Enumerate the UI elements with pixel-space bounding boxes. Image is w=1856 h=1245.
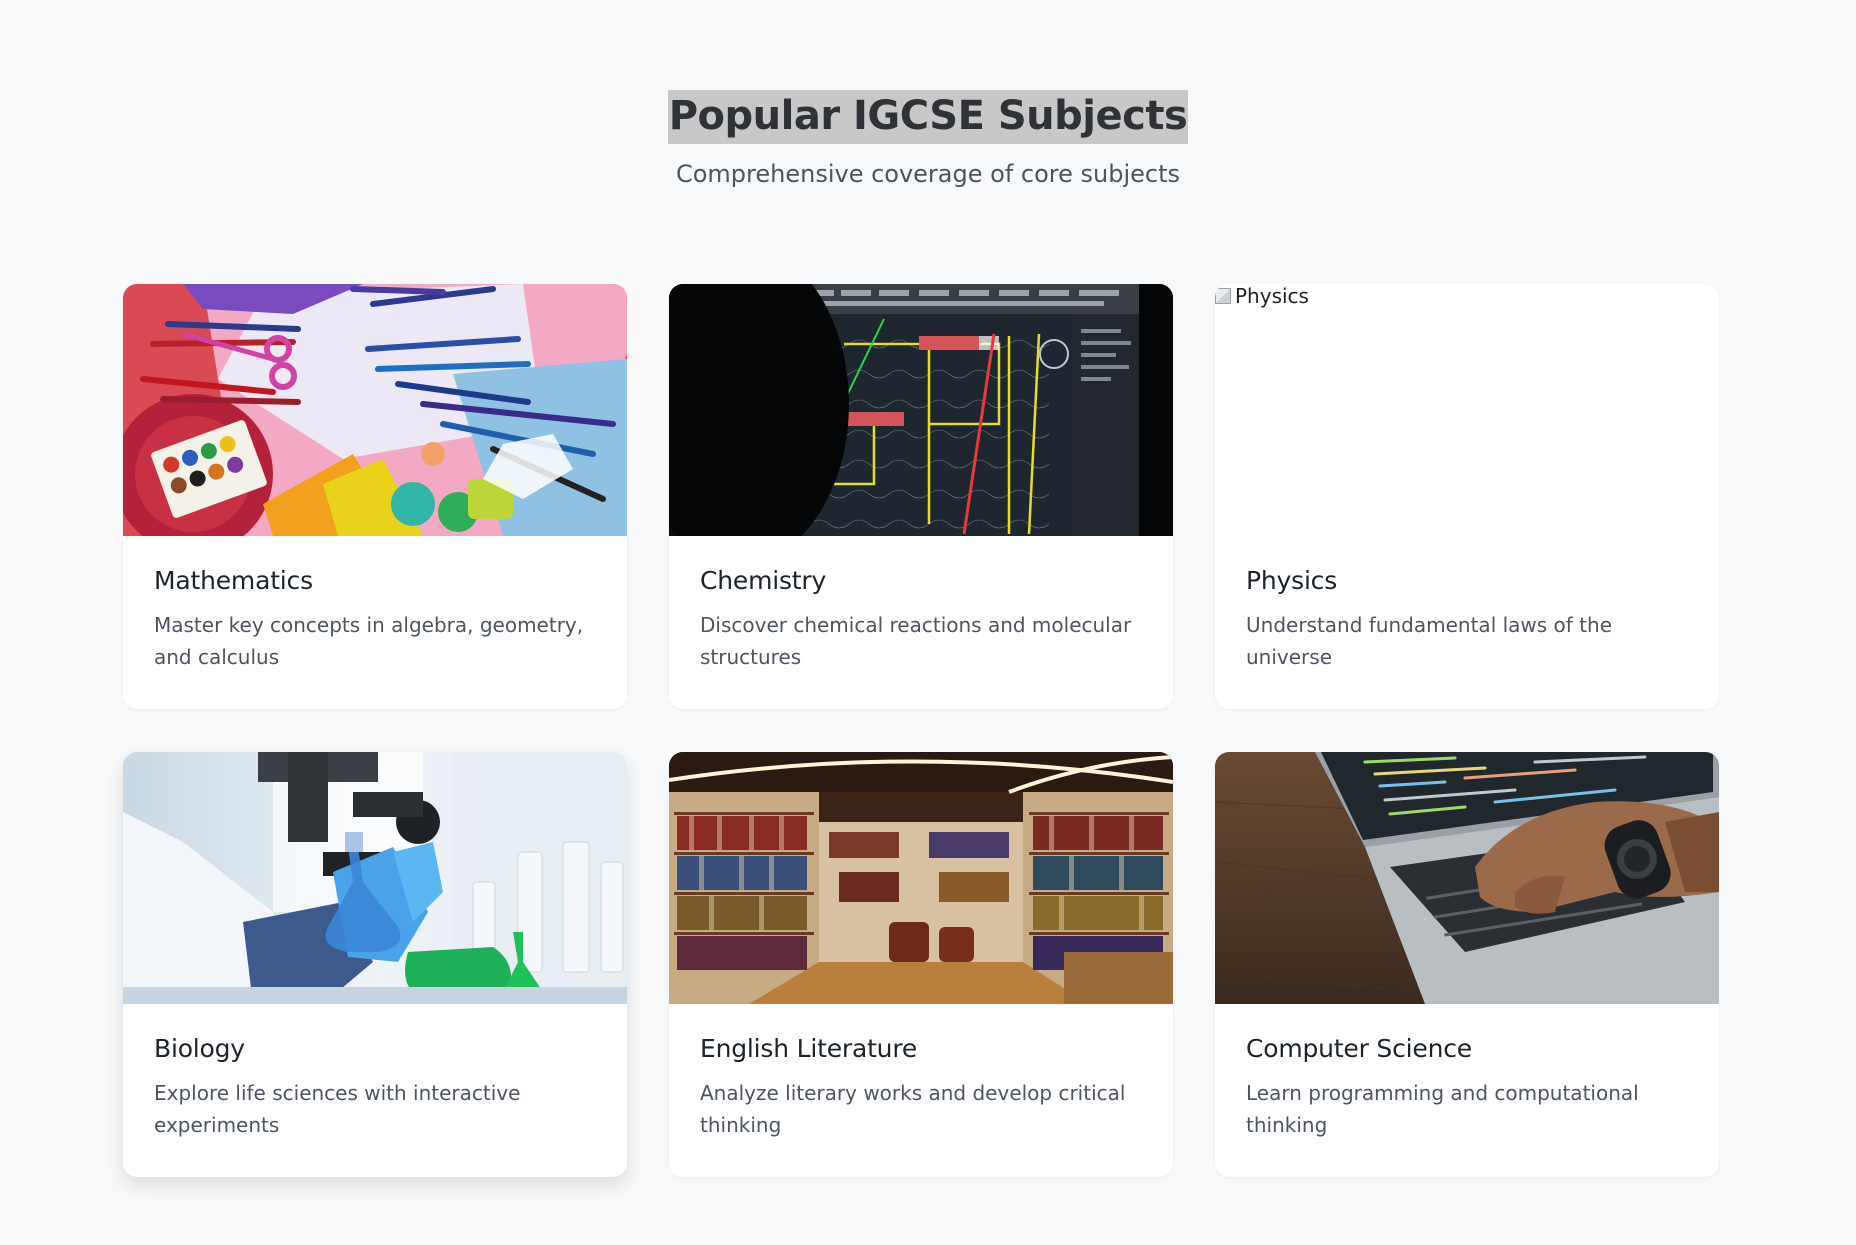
subject-title: Biology: [154, 1034, 245, 1063]
art-supplies-photo: [123, 284, 627, 536]
subject-card-biology[interactable]: Biology Explore life sciences with inter…: [123, 752, 627, 1177]
laptop-coding-photo: [1215, 752, 1719, 1004]
subject-grid: Mathematics Master key concepts in algeb…: [123, 284, 1719, 1177]
library-photo: [669, 752, 1173, 1004]
section-title: Popular IGCSE Subjects: [667, 90, 1189, 144]
broken-image-icon: [1215, 288, 1231, 304]
subject-card-physics[interactable]: Physics Physics Understand fundamental l…: [1215, 284, 1719, 709]
subject-card-english-literature[interactable]: English Literature Analyze literary work…: [669, 752, 1173, 1177]
lab-flask-photo: [123, 752, 627, 1004]
subject-description: Understand fundamental laws of the unive…: [1246, 613, 1613, 669]
section-header: Popular IGCSE Subjects Comprehensive cov…: [0, 0, 1856, 188]
subject-title: Mathematics: [154, 566, 313, 595]
cad-screen-photo: [669, 284, 1173, 536]
subject-image-computer-science: [1215, 752, 1719, 1004]
image-alt-text: Physics: [1235, 284, 1309, 308]
broken-image-placeholder: Physics: [1215, 284, 1309, 308]
subject-card-computer-science[interactable]: Computer Science Learn programming and c…: [1215, 752, 1719, 1177]
subject-title: Chemistry: [700, 566, 827, 595]
subject-description: Discover chemical reactions and molecula…: [700, 613, 1132, 669]
subject-description: Learn programming and computational thin…: [1246, 1081, 1639, 1137]
subject-card-mathematics[interactable]: Mathematics Master key concepts in algeb…: [123, 284, 627, 709]
subject-card-chemistry[interactable]: Chemistry Discover chemical reactions an…: [669, 284, 1173, 709]
subject-image-chemistry: [669, 284, 1173, 536]
subject-description: Analyze literary works and develop criti…: [700, 1081, 1126, 1137]
subject-description: Explore life sciences with interactive e…: [154, 1081, 521, 1137]
subject-title: English Literature: [700, 1034, 918, 1063]
subject-image-physics: Physics: [1215, 284, 1719, 536]
subject-image-biology: [123, 752, 627, 1004]
section-subtitle: Comprehensive coverage of core subjects: [675, 160, 1181, 188]
subject-image-mathematics: [123, 284, 627, 536]
subject-image-english-literature: [669, 752, 1173, 1004]
subject-title: Physics: [1246, 566, 1338, 595]
subject-description: Master key concepts in algebra, geometry…: [154, 613, 584, 669]
subject-title: Computer Science: [1246, 1034, 1472, 1063]
